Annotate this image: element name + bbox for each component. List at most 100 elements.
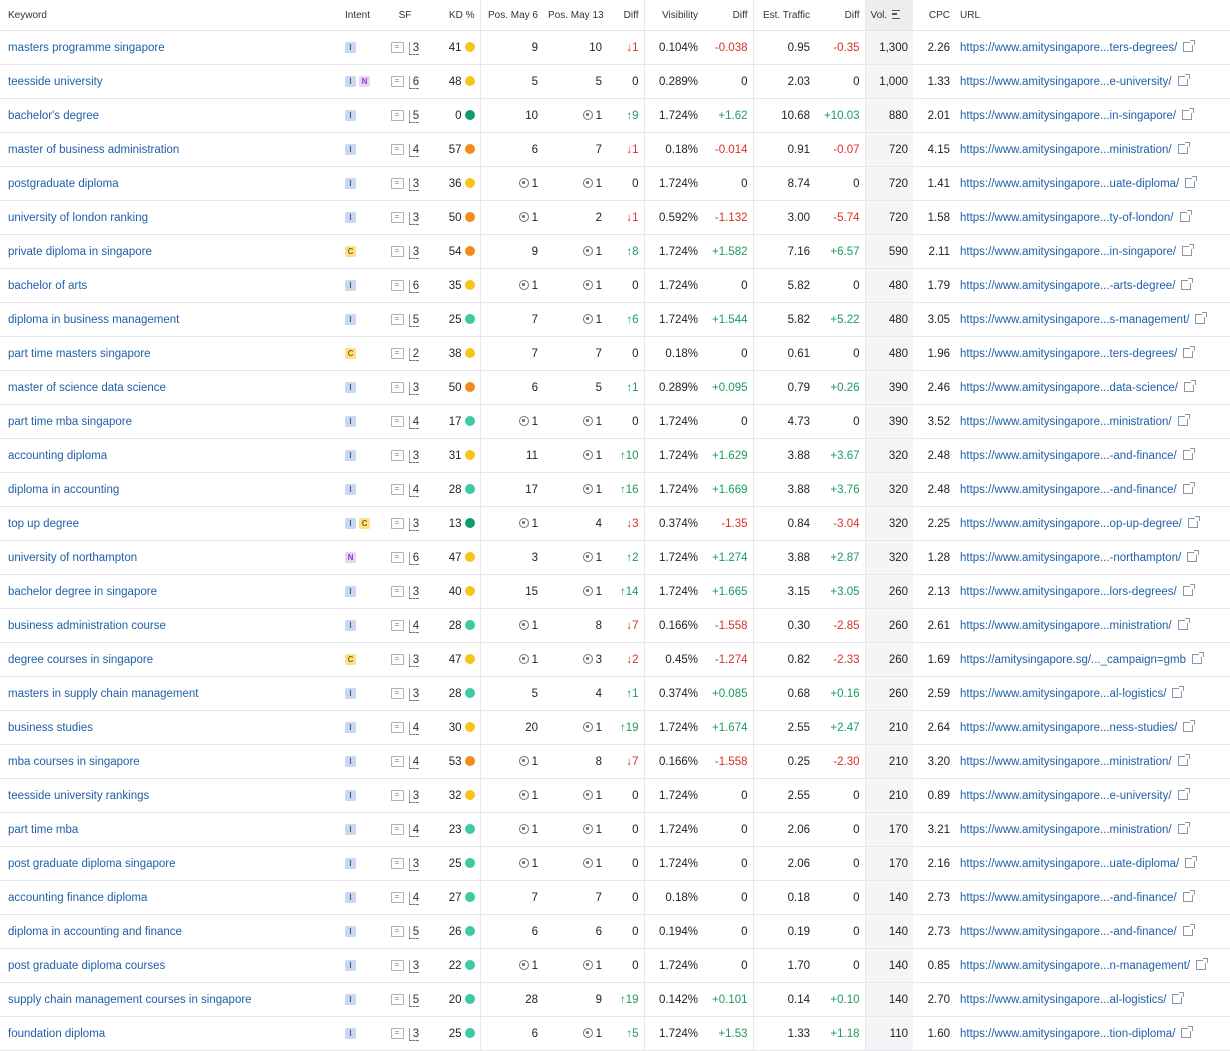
url-link[interactable]: https://www.amitysingapore...ness-studie… — [960, 722, 1177, 734]
sf-cell[interactable]: 4 — [385, 472, 425, 507]
keyword-link[interactable]: part time mba — [0, 812, 340, 847]
keyword-link[interactable]: teesside university — [0, 64, 340, 99]
external-link-icon[interactable] — [1183, 346, 1196, 358]
url-cell[interactable]: https://www.amitysingapore...ministratio… — [955, 812, 1230, 847]
sf-cell[interactable]: 3 — [385, 778, 425, 813]
col-kd[interactable]: KD % — [425, 0, 480, 31]
col-cpc[interactable]: CPC — [913, 0, 955, 31]
sf-cell[interactable]: 3 — [385, 676, 425, 711]
url-link[interactable]: https://www.amitysingapore...in-singapor… — [960, 110, 1176, 122]
external-link-icon[interactable] — [1177, 822, 1190, 834]
sf-cell[interactable]: 5 — [385, 98, 425, 133]
external-link-icon[interactable] — [1185, 856, 1198, 868]
keyword-link[interactable]: diploma in accounting and finance — [0, 914, 340, 949]
col-visibility-diff[interactable]: Diff — [703, 0, 753, 31]
keyword-link[interactable]: university of london ranking — [0, 200, 340, 235]
keyword-link[interactable]: bachelor's degree — [0, 98, 340, 133]
sf-cell[interactable]: 3 — [385, 574, 425, 609]
url-link[interactable]: https://www.amitysingapore...-and-financ… — [960, 484, 1177, 496]
sf-cell[interactable]: 6 — [385, 540, 425, 575]
external-link-icon[interactable] — [1181, 1026, 1194, 1038]
col-traffic[interactable]: Est. Traffic — [752, 0, 815, 31]
url-cell[interactable]: https://amitysingapore.sg/..._campaign=g… — [955, 642, 1230, 677]
col-volume[interactable]: Vol. — [864, 0, 913, 31]
sf-cell[interactable]: 4 — [385, 132, 425, 167]
external-link-icon[interactable] — [1185, 176, 1198, 188]
sf-cell[interactable]: 4 — [385, 404, 425, 439]
keyword-link[interactable]: mba courses in singapore — [0, 744, 340, 779]
external-link-icon[interactable] — [1183, 380, 1196, 392]
external-link-icon[interactable] — [1177, 618, 1190, 630]
keyword-link[interactable]: part time mba singapore — [0, 404, 340, 439]
col-keyword[interactable]: Keyword — [0, 0, 340, 31]
keyword-link[interactable]: master of science data science — [0, 370, 340, 405]
sf-cell[interactable]: 5 — [385, 982, 425, 1017]
url-cell[interactable]: https://www.amitysingapore...ty-of-londo… — [955, 200, 1230, 235]
url-link[interactable]: https://www.amitysingapore...ministratio… — [960, 416, 1172, 428]
url-link[interactable]: https://www.amitysingapore...s-managemen… — [960, 314, 1189, 326]
keyword-link[interactable]: accounting finance diploma — [0, 880, 340, 915]
external-link-icon[interactable] — [1177, 74, 1190, 86]
sf-cell[interactable]: 4 — [385, 710, 425, 745]
sf-cell[interactable]: 4 — [385, 744, 425, 779]
url-link[interactable]: https://www.amitysingapore...in-singapor… — [960, 246, 1176, 258]
url-cell[interactable]: https://www.amitysingapore...al-logistic… — [955, 676, 1230, 711]
url-link[interactable]: https://www.amitysingapore...-and-financ… — [960, 450, 1177, 462]
external-link-icon[interactable] — [1195, 312, 1208, 324]
col-pos-may6[interactable]: Pos. May 6 — [479, 0, 543, 31]
external-link-icon[interactable] — [1182, 890, 1195, 902]
url-link[interactable]: https://www.amitysingapore...al-logistic… — [960, 688, 1166, 700]
url-cell[interactable]: https://www.amitysingapore...in-singapor… — [955, 98, 1230, 133]
url-cell[interactable]: https://www.amitysingapore...n-managemen… — [955, 948, 1230, 983]
sf-cell[interactable]: 3 — [385, 234, 425, 269]
external-link-icon[interactable] — [1181, 278, 1194, 290]
keyword-link[interactable]: accounting diploma — [0, 438, 340, 473]
col-url[interactable]: URL — [955, 0, 1230, 31]
url-cell[interactable]: https://www.amitysingapore...uate-diplom… — [955, 846, 1230, 881]
url-cell[interactable]: https://www.amitysingapore...uate-diplom… — [955, 166, 1230, 201]
url-link[interactable]: https://www.amitysingapore...e-universit… — [960, 790, 1172, 802]
url-cell[interactable]: https://www.amitysingapore...lors-degree… — [955, 574, 1230, 609]
external-link-icon[interactable] — [1182, 584, 1195, 596]
url-link[interactable]: https://www.amitysingapore...data-scienc… — [960, 382, 1178, 394]
url-link[interactable]: https://www.amitysingapore...ters-degree… — [960, 348, 1177, 360]
url-link[interactable]: https://www.amitysingapore...e-universit… — [960, 76, 1172, 88]
external-link-icon[interactable] — [1177, 142, 1190, 154]
sf-cell[interactable]: 3 — [385, 30, 425, 65]
url-cell[interactable]: https://www.amitysingapore...e-universit… — [955, 64, 1230, 99]
keyword-link[interactable]: teesside university rankings — [0, 778, 340, 813]
keyword-link[interactable]: post graduate diploma courses — [0, 948, 340, 983]
keyword-link[interactable]: masters programme singapore — [0, 30, 340, 65]
url-link[interactable]: https://www.amitysingapore...ministratio… — [960, 144, 1172, 156]
keyword-link[interactable]: university of northampton — [0, 540, 340, 575]
url-link[interactable]: https://www.amitysingapore...uate-diplom… — [960, 858, 1179, 870]
keyword-link[interactable]: master of business administration — [0, 132, 340, 167]
url-cell[interactable]: https://www.amitysingapore...-northampto… — [955, 540, 1230, 575]
url-cell[interactable]: https://www.amitysingapore...-and-financ… — [955, 880, 1230, 915]
url-cell[interactable]: https://www.amitysingapore...op-up-degre… — [955, 506, 1230, 541]
sf-cell[interactable]: 5 — [385, 302, 425, 337]
keyword-link[interactable]: bachelor degree in singapore — [0, 574, 340, 609]
url-cell[interactable]: https://www.amitysingapore...ministratio… — [955, 404, 1230, 439]
keyword-link[interactable]: bachelor of arts — [0, 268, 340, 303]
url-cell[interactable]: https://www.amitysingapore...tion-diplom… — [955, 1016, 1230, 1051]
url-cell[interactable]: https://www.amitysingapore...s-managemen… — [955, 302, 1230, 337]
col-traffic-diff[interactable]: Diff — [815, 0, 865, 31]
url-cell[interactable]: https://www.amitysingapore...in-singapor… — [955, 234, 1230, 269]
sf-cell[interactable]: 3 — [385, 370, 425, 405]
url-link[interactable]: https://www.amitysingapore...n-managemen… — [960, 960, 1190, 972]
url-link[interactable]: https://amitysingapore.sg/..._campaign=g… — [960, 654, 1186, 666]
url-link[interactable]: https://www.amitysingapore...-arts-degre… — [960, 280, 1175, 292]
sf-cell[interactable]: 3 — [385, 642, 425, 677]
url-cell[interactable]: https://www.amitysingapore...data-scienc… — [955, 370, 1230, 405]
external-link-icon[interactable] — [1196, 958, 1209, 970]
col-sf[interactable]: SF — [385, 0, 425, 31]
sf-cell[interactable]: 4 — [385, 608, 425, 643]
sf-cell[interactable]: 3 — [385, 166, 425, 201]
col-diff[interactable]: Diff — [607, 0, 644, 31]
sf-cell[interactable]: 2 — [385, 336, 425, 371]
url-cell[interactable]: https://www.amitysingapore...ters-degree… — [955, 30, 1230, 65]
sf-cell[interactable]: 3 — [385, 506, 425, 541]
external-link-icon[interactable] — [1182, 448, 1195, 460]
keyword-link[interactable]: top up degree — [0, 506, 340, 541]
